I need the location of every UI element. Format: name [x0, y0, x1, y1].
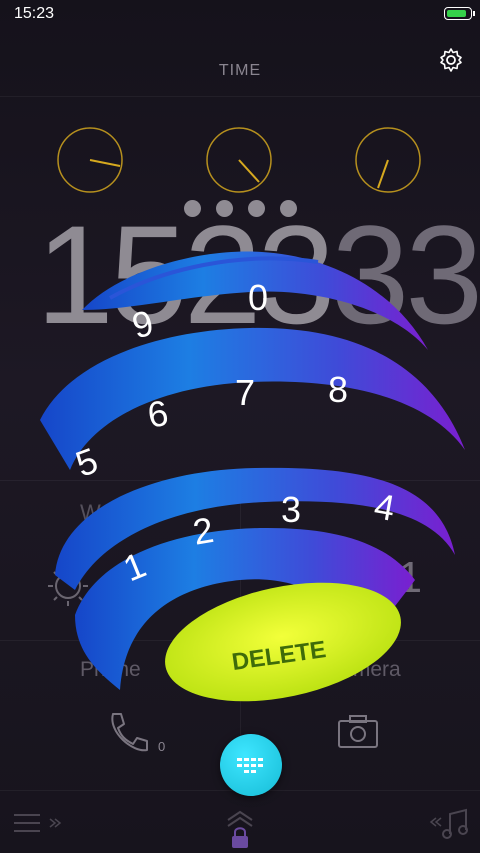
key-9[interactable]: 9 [128, 302, 158, 347]
sphere-keypad: DELETE 0 9 8 7 6 5 4 3 2 1 [40, 251, 465, 702]
key-0[interactable]: 0 [248, 277, 268, 318]
music-note-icon[interactable] [428, 808, 472, 840]
lock-icon[interactable] [224, 810, 256, 850]
key-7[interactable]: 7 [235, 372, 255, 413]
key-5[interactable]: 5 [70, 439, 103, 484]
menu-icon[interactable] [12, 811, 64, 837]
key-8[interactable]: 8 [328, 369, 348, 410]
dialpad-button[interactable] [220, 734, 282, 796]
key-6[interactable]: 6 [144, 392, 171, 436]
key-3[interactable]: 3 [281, 489, 301, 530]
dialpad-icon [237, 758, 263, 773]
